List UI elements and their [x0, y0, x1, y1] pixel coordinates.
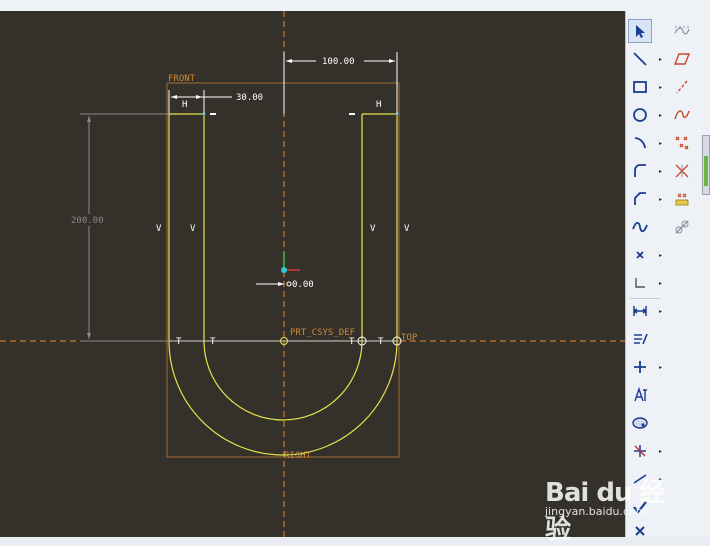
select-icon[interactable] [628, 19, 652, 43]
baidu-watermark: Bai du 经验 jingyan.baidu.com [545, 458, 666, 545]
sketch-svg[interactable]: FRONT RIGHT TOP PRT_CSYS_DEF 100.00 30.0… [0, 11, 625, 537]
constraint-v-4: V [404, 224, 410, 234]
toolbar-scrollbar[interactable] [702, 135, 710, 195]
constraint-v-3: V [370, 224, 376, 234]
dim-30-text[interactable]: 30.00 [236, 93, 263, 103]
analysis-icon[interactable] [670, 215, 694, 239]
circle-dropdown-arrow[interactable]: ▸ [659, 113, 665, 119]
dim-0-text[interactable]: 0.00 [292, 280, 314, 290]
trim-dropdown-arrow[interactable]: ▸ [659, 449, 665, 455]
fillet-icon[interactable] [628, 159, 652, 183]
app-window: FRONT RIGHT TOP PRT_CSYS_DEF 100.00 30.0… [0, 0, 710, 545]
scrollbar-thumb[interactable] [704, 156, 708, 186]
datum-feature-icon[interactable] [670, 187, 694, 211]
plane-icon[interactable] [670, 47, 694, 71]
front-plane-label: FRONT [168, 74, 196, 84]
modify-icon[interactable] [628, 327, 652, 351]
equal-marker-left [210, 113, 216, 115]
watermark-url: jingyan.baidu.com [545, 505, 647, 518]
circle-icon[interactable] [628, 103, 652, 127]
sketch-canvas[interactable]: FRONT RIGHT TOP PRT_CSYS_DEF 100.00 30.0… [0, 11, 625, 537]
dim-0-arrow [278, 282, 284, 286]
inner-arc[interactable] [203, 340, 363, 421]
points-icon[interactable] [670, 131, 694, 155]
constraint-t-2: T [210, 337, 216, 347]
coordinate-system-icon[interactable] [628, 271, 652, 295]
constraint-dropdown-arrow[interactable]: ▸ [659, 365, 665, 371]
dim-0-marker [286, 281, 292, 287]
offset-curve-icon[interactable] [670, 19, 694, 43]
arc-dropdown-arrow[interactable]: ▸ [659, 141, 665, 147]
dim-200-arrow-top [87, 116, 91, 122]
dim-100-arrow-left [286, 59, 292, 63]
curve-icon[interactable] [670, 103, 694, 127]
dim-30-arrow-left [171, 95, 177, 99]
rectangle-icon[interactable] [628, 75, 652, 99]
line-icon[interactable] [628, 47, 652, 71]
constraint-v-2: V [190, 224, 196, 234]
dim-100-text[interactable]: 100.00 [322, 57, 355, 67]
constraint-t-3: T [349, 337, 355, 347]
constraint-t-1: T [176, 337, 182, 347]
csys-dropdown-arrow[interactable]: ▸ [659, 281, 665, 287]
text-icon[interactable] [628, 383, 652, 407]
constraint-v-1: V [156, 224, 162, 234]
arc-icon[interactable] [628, 131, 652, 155]
constraint-t-4: T [378, 337, 384, 347]
dim-30-arrow-right [196, 95, 202, 99]
dim-200-arrow-bottom [87, 333, 91, 339]
palette-icon[interactable] [628, 411, 652, 435]
equal-marker-right [349, 113, 355, 115]
outer-arc[interactable] [168, 340, 398, 456]
chamfer-dropdown-arrow[interactable]: ▸ [659, 197, 665, 203]
point-dropdown-arrow[interactable]: ▸ [659, 253, 665, 259]
csys-point-icon[interactable] [670, 159, 694, 183]
dim-200-text[interactable]: 200.00 [71, 216, 104, 226]
axis-icon[interactable] [670, 75, 694, 99]
rectangle-dropdown-arrow[interactable]: ▸ [659, 85, 665, 91]
dim-100-arrow-right [389, 59, 395, 63]
constraint-h-left: H [182, 100, 187, 110]
chamfer-icon[interactable] [628, 187, 652, 211]
dimension-icon[interactable] [628, 299, 652, 323]
top-plane-label: TOP [401, 333, 418, 343]
csys-label: PRT_CSYS_DEF [290, 328, 355, 338]
fillet-dropdown-arrow[interactable]: ▸ [659, 169, 665, 175]
point-icon[interactable] [628, 243, 652, 267]
csys-origin [281, 267, 287, 273]
line-dropdown-arrow[interactable]: ▸ [659, 57, 665, 63]
constraint-icon[interactable] [628, 355, 652, 379]
constraint-h-right: H [376, 100, 381, 110]
spline-icon[interactable] [628, 215, 652, 239]
dimension-dropdown-arrow[interactable]: ▸ [659, 309, 665, 315]
